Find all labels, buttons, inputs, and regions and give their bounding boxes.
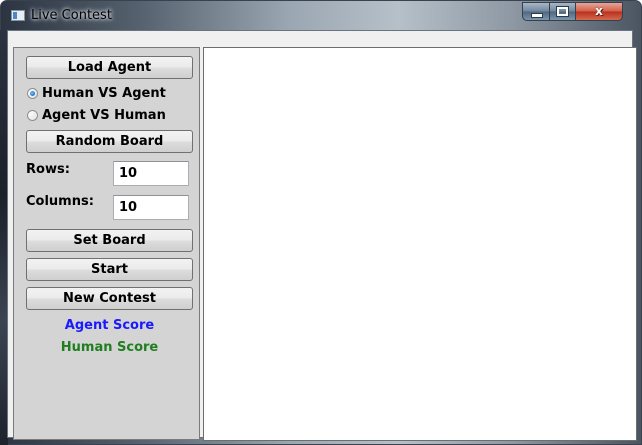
radio-checked-icon[interactable] — [27, 88, 38, 99]
rows-input[interactable] — [113, 161, 189, 186]
columns-input[interactable] — [113, 195, 189, 220]
close-button[interactable]: x — [575, 2, 623, 21]
set-board-button[interactable]: Set Board — [26, 229, 193, 252]
new-contest-button[interactable]: New Contest — [26, 287, 193, 310]
radio-unchecked-icon[interactable] — [27, 110, 38, 121]
maximize-icon — [556, 6, 569, 17]
rows-label: Rows: — [26, 162, 70, 177]
human-score-label: Human Score — [60, 340, 159, 355]
agent-score-label: Agent Score — [64, 318, 155, 333]
minimize-button[interactable] — [522, 2, 550, 21]
app-icon — [11, 10, 25, 21]
radio-label-human-vs-agent: Human VS Agent — [42, 86, 166, 101]
columns-label: Columns: — [26, 194, 94, 209]
close-icon: x — [595, 4, 603, 18]
window-title: Live Contest — [31, 8, 112, 23]
random-board-button[interactable]: Random Board — [26, 130, 193, 153]
minimize-icon — [531, 13, 543, 18]
maximize-button[interactable] — [549, 2, 576, 21]
title-bar[interactable]: Live Contest x — [1, 1, 641, 31]
start-button[interactable]: Start — [26, 258, 193, 281]
game-board-area[interactable] — [203, 47, 637, 441]
radio-label-agent-vs-human: Agent VS Human — [42, 108, 166, 123]
load-agent-button[interactable]: Load Agent — [26, 56, 193, 79]
